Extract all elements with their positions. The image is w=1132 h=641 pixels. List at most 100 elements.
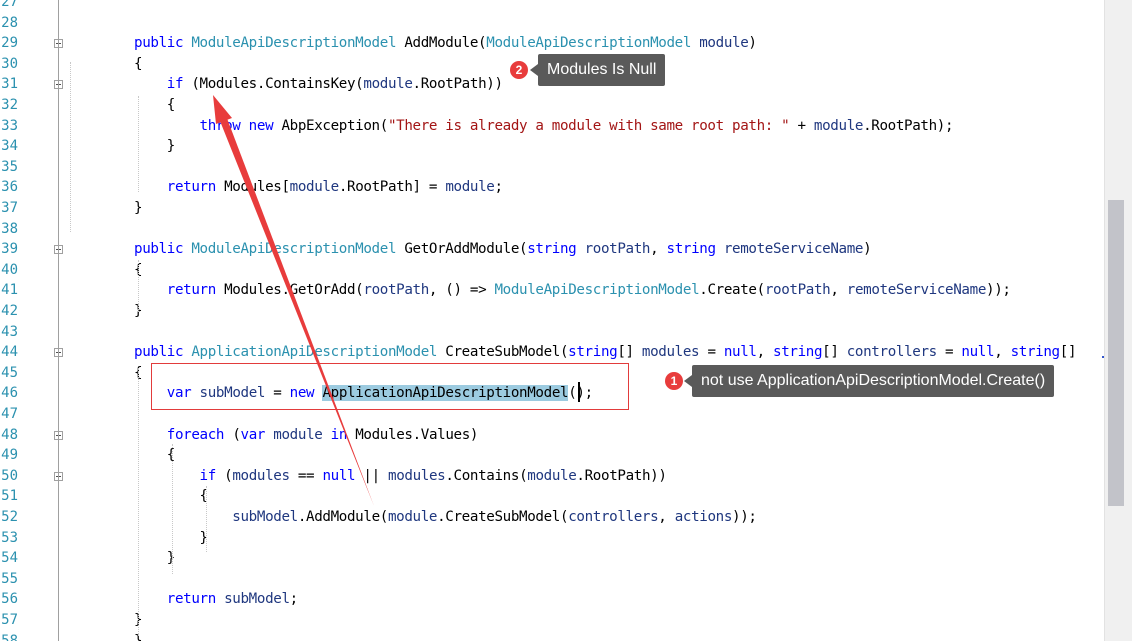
- line-number: 42: [1, 303, 18, 319]
- code-line[interactable]: public ModuleApiDescriptionModel AddModu…: [134, 33, 757, 54]
- code-token: ModuleApiDescriptionModel: [486, 35, 692, 52]
- code-token: in: [322, 426, 356, 443]
- code-token: string: [568, 344, 618, 361]
- line-number-gutter: 27 28 29 30 31 32 33 34 35 36 37 38 39 40 41 42 43 44 45 46…: [0, 0, 50, 641]
- line-number: 49: [1, 447, 18, 464]
- code-line[interactable]: {: [134, 486, 209, 507]
- code-token: ;: [494, 179, 503, 196]
- line-number: 52: [1, 509, 18, 525]
- code-token: ): [748, 35, 757, 52]
- code-line[interactable]: return Modules[module.RootPath] = module…: [134, 177, 503, 198]
- code-token: []: [1059, 344, 1077, 361]
- code-token: , () =>: [428, 282, 495, 299]
- code-line[interactable]: }: [134, 198, 143, 219]
- line-number: 29: [1, 35, 18, 52]
- code-token: string: [527, 241, 577, 258]
- code-token: public: [134, 35, 192, 52]
- code-token: AddModule(: [396, 35, 487, 52]
- code-line[interactable]: }: [134, 528, 209, 549]
- code-token: if: [134, 76, 192, 93]
- code-token: subModel: [134, 509, 298, 525]
- code-token: =: [699, 344, 724, 361]
- code-token: return: [134, 179, 225, 196]
- line-number: 31: [1, 76, 18, 93]
- code-line[interactable]: if (Modules.ContainsKey(module.RootPath)…: [134, 74, 503, 95]
- code-token: module: [445, 179, 495, 196]
- code-token: .RootPath] =: [338, 179, 446, 196]
- code-token: var: [240, 426, 274, 443]
- code-token: []: [822, 344, 847, 361]
- fold-guide-line: [58, 0, 59, 641]
- code-token: rootPath: [363, 282, 429, 299]
- code-token: null: [723, 344, 757, 361]
- code-line[interactable]: subModel.AddModule(module.CreateSubModel…: [134, 507, 757, 528]
- line-number: 40: [1, 261, 18, 278]
- code-line[interactable]: foreach (var module in Modules.Values): [134, 425, 479, 446]
- code-editor[interactable]: 27 28 29 30 31 32 33 34 35 36 37 38 39 40 41 42 43 44 45 46…: [0, 0, 1132, 641]
- annotation-tooltip-2: Modules Is Null: [529, 54, 666, 86]
- folding-margin: [50, 0, 68, 641]
- code-line[interactable]: }: [134, 548, 176, 569]
- annotation-badge-1: 1: [665, 372, 683, 390]
- indent-guide: [138, 368, 139, 636]
- code-line[interactable]: }: [134, 136, 176, 157]
- code-token: modules: [232, 467, 290, 484]
- line-number: 46: [1, 385, 18, 402]
- code-token: remoteServiceName: [846, 282, 987, 299]
- code-token: .AddModule(: [297, 509, 388, 525]
- code-token: .RootPath)): [412, 76, 503, 93]
- line-number: 30: [1, 55, 18, 72]
- code-token: actions: [674, 509, 733, 525]
- code-token: AbpException(: [281, 117, 388, 134]
- vertical-scrollbar[interactable]: [1104, 0, 1132, 641]
- line-number: 35: [1, 158, 18, 175]
- code-line[interactable]: return Modules.GetOrAdd(rootPath, () => …: [134, 280, 1011, 301]
- code-token: .Create(: [699, 282, 765, 299]
- code-token: {: [134, 447, 176, 464]
- code-token: string: [1010, 344, 1061, 361]
- code-token: }: [134, 529, 209, 546]
- code-token: []: [617, 344, 642, 361]
- code-token: ): [863, 241, 872, 258]
- code-line[interactable]: {: [134, 445, 176, 466]
- code-token: ModuleApiDescriptionModel: [191, 35, 397, 52]
- code-token: foreach: [134, 426, 233, 443]
- scrollbar-thumb[interactable]: [1108, 200, 1124, 506]
- indent-guide: [206, 486, 207, 552]
- annotation-badge-2: 2: [510, 61, 528, 79]
- line-number: 44: [1, 344, 18, 361]
- code-area[interactable]: public ModuleApiDescriptionModel AddModu…: [68, 0, 1104, 641]
- code-line[interactable]: if (modules == null || modules.Contains(…: [134, 466, 667, 487]
- code-line[interactable]: return subModel;: [134, 589, 298, 610]
- line-number: 39: [1, 241, 18, 258]
- code-token: (Modules.ContainsKey(: [191, 76, 364, 93]
- code-token: =: [936, 344, 962, 361]
- code-token: ,: [756, 344, 773, 361]
- line-number: 43: [1, 323, 18, 340]
- code-line[interactable]: public ModuleApiDescriptionModel GetOrAd…: [134, 239, 872, 260]
- code-token: module: [527, 467, 577, 484]
- code-token: module: [289, 179, 340, 196]
- code-token: rootPath: [576, 241, 651, 258]
- code-line[interactable]: {: [134, 54, 143, 75]
- line-number: 28: [1, 14, 18, 31]
- code-token: modules: [388, 467, 446, 484]
- line-number: 36: [1, 179, 18, 196]
- code-token: null: [961, 344, 995, 361]
- code-token: ||: [355, 467, 388, 484]
- code-token: ==: [289, 467, 323, 484]
- code-token: +: [789, 117, 814, 134]
- line-number: 53: [1, 529, 18, 546]
- code-line[interactable]: throw new AbpException("There is already…: [134, 116, 954, 137]
- code-line[interactable]: {: [134, 95, 176, 116]
- code-line[interactable]: public ApplicationApiDescriptionModel Cr…: [134, 342, 1076, 363]
- code-token: ));: [986, 282, 1011, 299]
- code-token: string: [666, 241, 717, 258]
- code-token: module: [363, 76, 413, 93]
- code-token: .RootPath)): [576, 467, 667, 484]
- code-token: CreateSubModel(: [437, 344, 569, 361]
- code-token: public: [134, 241, 192, 258]
- code-token: subModel: [224, 591, 290, 608]
- code-token: module: [273, 426, 323, 443]
- line-number: 55: [1, 570, 18, 587]
